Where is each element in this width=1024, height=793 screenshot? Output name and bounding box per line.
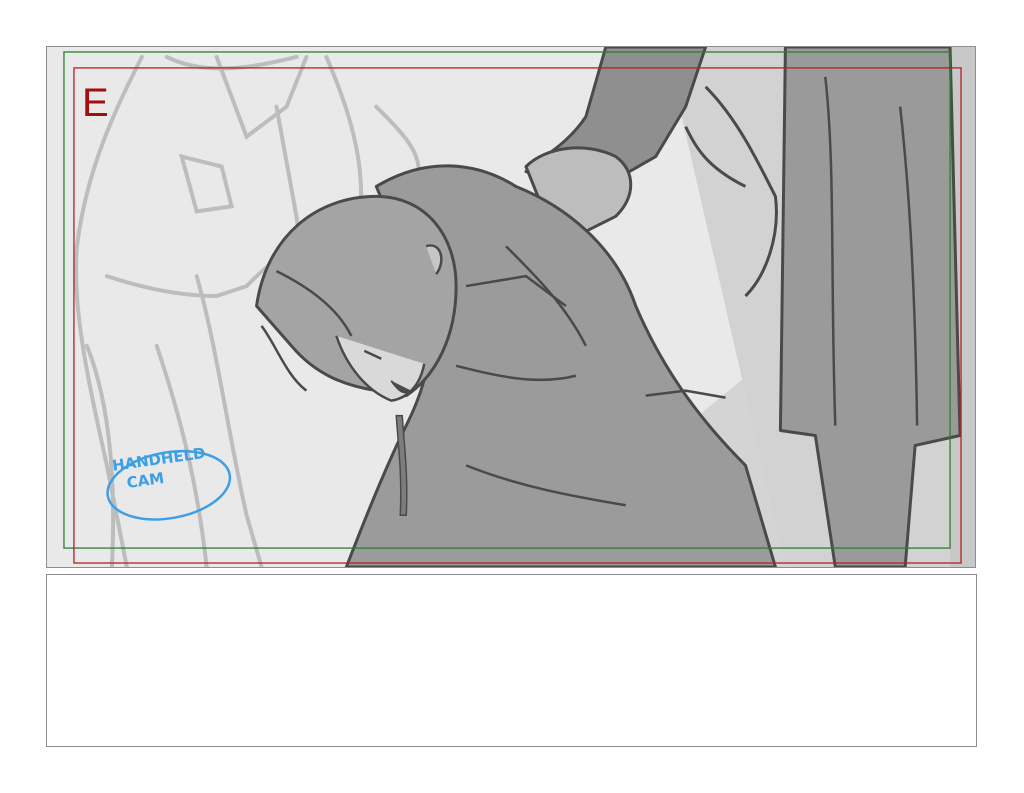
scene-label: E [82,81,109,125]
panel-notes-box[interactable] [46,574,977,747]
panel-sketch [47,47,975,567]
storyboard-panel: E HANDHELD CAM [46,46,976,568]
